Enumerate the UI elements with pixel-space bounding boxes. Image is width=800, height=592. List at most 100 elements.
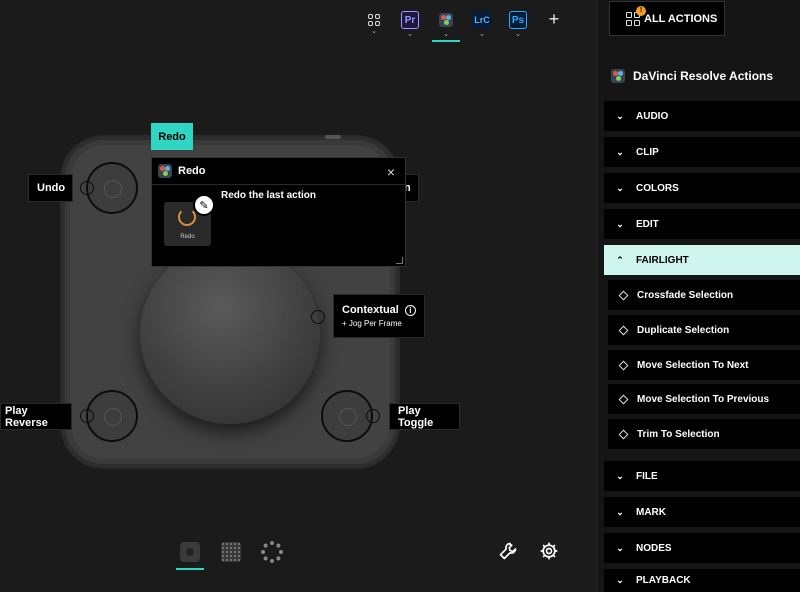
device-notch — [325, 135, 341, 139]
popup-description: Redo the last action — [221, 190, 317, 201]
play-toggle-anchor-ring[interactable] — [366, 409, 380, 423]
panel-title: DaVinci Resolve Actions — [611, 69, 773, 83]
premiere-pro-icon: Pr — [401, 11, 419, 29]
pencil-icon[interactable]: ✎ — [193, 194, 215, 216]
contextual-subtitle: + Jog Per Frame — [342, 319, 402, 328]
tile-label: Redo — [180, 234, 195, 240]
chevron-up-icon: ⌃ — [616, 254, 624, 265]
category-mark[interactable]: ⌄ MARK — [604, 497, 800, 527]
keypad-view-button[interactable] — [217, 540, 245, 564]
chevron-down-icon: ⌄ — [371, 28, 377, 35]
category-clip[interactable]: ⌄ CLIP — [604, 137, 800, 167]
diamond-icon — [618, 290, 629, 300]
davinci-resolve-icon — [158, 164, 172, 178]
play-reverse-anchor-ring[interactable] — [80, 409, 94, 423]
play-toggle-callout[interactable]: Play Toggle — [389, 403, 460, 430]
popup-header: Redo × — [152, 158, 405, 185]
category-label: FILE — [636, 470, 658, 482]
undo-anchor-ring[interactable] — [80, 181, 94, 195]
chevron-down-icon: ⌄ — [515, 31, 521, 38]
all-actions-label: ALL ACTIONS — [644, 12, 718, 25]
category-label: PLAYBACK — [636, 575, 691, 586]
category-label: COLORS — [636, 182, 679, 194]
davinci-resolve-icon — [611, 69, 625, 83]
play-reverse-callout[interactable]: Play Reverse — [0, 403, 72, 430]
category-audio[interactable]: ⌄ AUDIO — [604, 101, 800, 131]
diamond-icon — [618, 394, 629, 404]
photoshop-icon: Ps — [509, 11, 527, 29]
chevron-down-icon: ⌄ — [443, 31, 449, 38]
chevron-down-icon: ⌄ — [479, 31, 485, 38]
resize-grip-icon[interactable] — [396, 257, 403, 264]
grid-icon: ! — [626, 5, 646, 26]
category-label: NODES — [636, 542, 672, 554]
category-label: EDIT — [636, 218, 659, 230]
chevron-down-icon: ⌄ — [616, 218, 624, 229]
alert-badge: ! — [636, 5, 646, 16]
chevron-down-icon: ⌄ — [616, 470, 624, 481]
add-app-button[interactable]: + — [536, 8, 572, 40]
redo-assignment-tag[interactable]: Redo — [151, 123, 193, 150]
diamond-icon — [618, 360, 629, 370]
action-label: Crossfade Selection — [637, 289, 734, 301]
action-item[interactable]: Crossfade Selection — [608, 280, 800, 310]
diamond-icon — [618, 429, 629, 439]
contextual-title: Contextual — [342, 304, 399, 316]
view-switcher — [176, 540, 286, 570]
keypad-icon — [221, 542, 241, 562]
category-playback[interactable]: ⌄ PLAYBACK — [604, 569, 800, 592]
chevron-down-icon: ⌄ — [616, 506, 624, 517]
chevron-down-icon: ⌄ — [616, 110, 624, 121]
category-nodes[interactable]: ⌄ NODES — [604, 533, 800, 563]
category-fairlight[interactable]: ⌃ FAIRLIGHT — [604, 245, 800, 275]
category-edit[interactable]: ⌄ EDIT — [604, 209, 800, 239]
chevron-down-icon: ⌄ — [616, 146, 624, 157]
plus-icon: + — [548, 9, 560, 29]
category-label: CLIP — [636, 146, 659, 158]
contextual-anchor-ring[interactable] — [311, 310, 325, 324]
davinci-resolve-app-button[interactable]: ⌄ — [428, 8, 464, 42]
device-icon — [180, 542, 200, 562]
info-icon[interactable]: i — [404, 304, 416, 316]
action-item[interactable]: Move Selection To Next — [608, 350, 800, 380]
chevron-down-icon: ⌄ — [616, 182, 624, 193]
all-apps-button[interactable]: ⌄ — [356, 8, 392, 40]
action-item[interactable]: Trim To Selection — [608, 419, 800, 449]
action-label: Move Selection To Previous — [637, 393, 770, 405]
davinci-resolve-icon — [437, 11, 455, 29]
photoshop-app-button[interactable]: Ps ⌄ — [500, 8, 536, 40]
category-label: AUDIO — [636, 110, 669, 122]
popup-title: Redo — [178, 165, 206, 177]
grid-icon — [368, 14, 380, 26]
close-icon[interactable]: × — [387, 164, 395, 180]
category-label: FAIRLIGHT — [636, 254, 689, 266]
premiere-pro-app-button[interactable]: Pr ⌄ — [392, 8, 428, 40]
category-colors[interactable]: ⌄ COLORS — [604, 173, 800, 203]
action-label: Move Selection To Next — [637, 359, 749, 371]
diamond-icon — [618, 325, 629, 335]
redo-popup: Redo × Redo ✎ Redo the last action — [151, 157, 406, 267]
category-file[interactable]: ⌄ FILE — [604, 461, 800, 491]
action-label: Duplicate Selection — [637, 324, 730, 336]
action-item[interactable]: Move Selection To Previous — [608, 384, 800, 414]
dial-view-button[interactable] — [258, 540, 286, 564]
lightroom-classic-app-button[interactable]: LrC ⌄ — [464, 8, 500, 40]
redo-icon — [178, 208, 196, 226]
action-item[interactable]: Duplicate Selection — [608, 315, 800, 345]
wrench-icon[interactable] — [497, 540, 519, 562]
chevron-down-icon: ⌄ — [407, 31, 413, 38]
category-label: MARK — [636, 506, 666, 518]
contextual-callout[interactable]: Contextual i + Jog Per Frame — [333, 294, 425, 338]
device-view-button[interactable] — [176, 540, 204, 570]
device-dial[interactable] — [140, 244, 320, 424]
dial-dots-icon — [261, 541, 283, 563]
chevron-down-icon: ⌄ — [616, 542, 624, 553]
lightroom-classic-icon: LrC — [472, 11, 492, 29]
app-switcher: ⌄ Pr ⌄ ⌄ LrC ⌄ Ps ⌄ + — [356, 8, 572, 42]
chevron-down-icon: ⌄ — [616, 575, 624, 585]
actions-panel: ! ALL ACTIONS DaVinci Resolve Actions ⌄ A… — [597, 0, 800, 592]
gear-icon[interactable] — [538, 540, 560, 562]
action-label: Trim To Selection — [637, 428, 720, 440]
all-actions-button[interactable]: ! ALL ACTIONS — [609, 1, 725, 36]
undo-callout[interactable]: Undo — [28, 174, 73, 202]
